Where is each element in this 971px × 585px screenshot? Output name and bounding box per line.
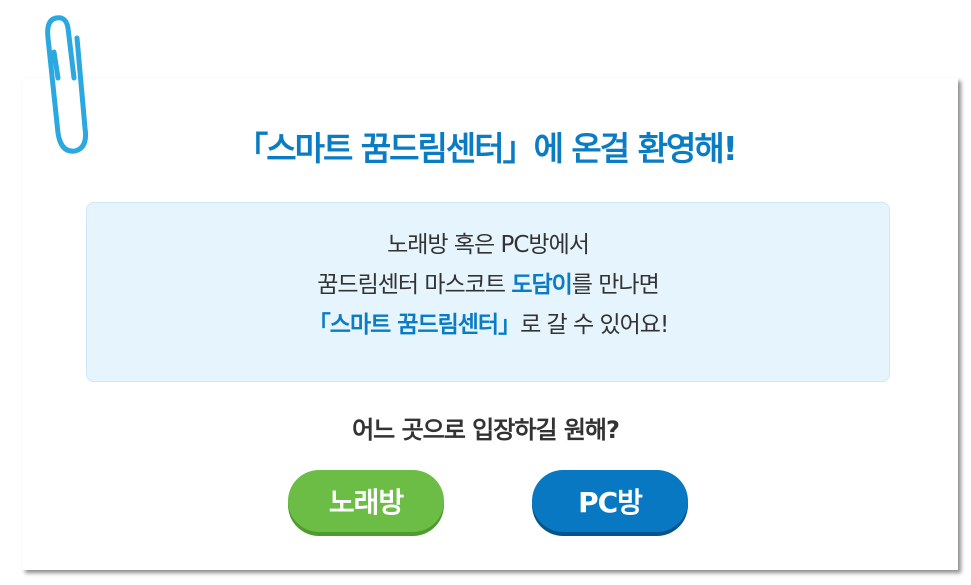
mascot-name: 도담이 — [511, 272, 572, 298]
info-text: 로 갈 수 있어요! — [520, 312, 669, 338]
info-text: 꿈드림센터 마스코트 — [317, 272, 512, 298]
entry-question: 어느 곳으로 입장하길 원해? — [352, 416, 620, 444]
karaoke-button[interactable]: 노래방 — [288, 470, 444, 532]
info-text: 를 만나면 — [571, 272, 660, 298]
center-name: 「스마트 꿈드림센터」 — [307, 312, 521, 338]
info-box: 노래방 혹은 PC방에서 꿈드림센터 마스코트 도담이를 만나면 「스마트 꿈드… — [86, 202, 890, 382]
pc-room-button[interactable]: PC방 — [532, 470, 688, 532]
info-line-2: 꿈드림센터 마스코트 도담이를 만나면 — [87, 265, 889, 305]
info-line-1: 노래방 혹은 PC방에서 — [387, 232, 590, 258]
info-line-3: 「스마트 꿈드림센터」로 갈 수 있어요! — [87, 305, 889, 345]
page-title: 「스마트 꿈드림센터」에 온걸 환영해! — [235, 129, 738, 168]
